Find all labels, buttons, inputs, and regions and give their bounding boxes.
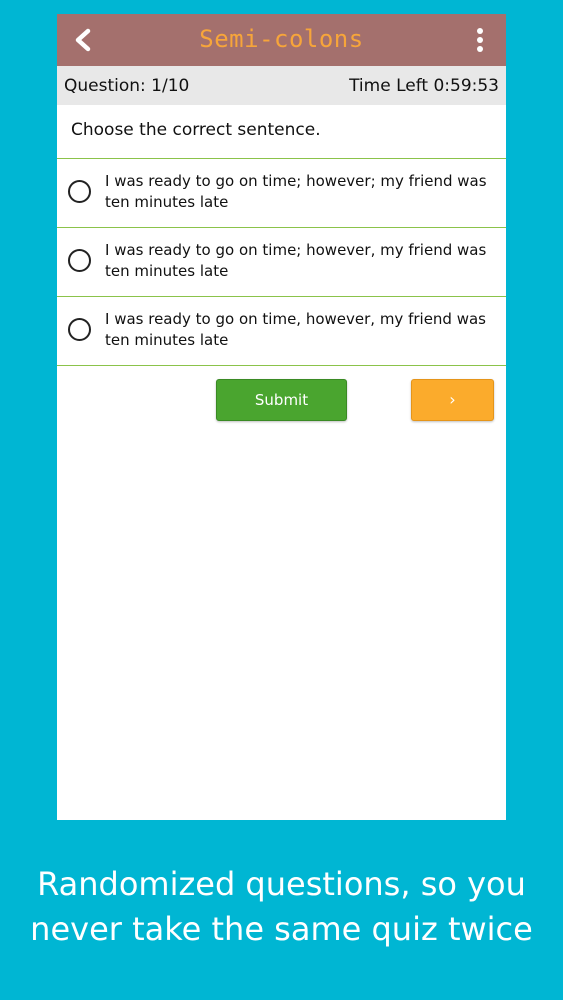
answer-option-2[interactable]: I was ready to go on time; however, my f… xyxy=(57,228,506,296)
next-question-button[interactable]: › xyxy=(411,379,494,421)
submit-button[interactable]: Submit xyxy=(216,379,347,421)
radio-button[interactable] xyxy=(68,180,91,203)
app-bar: Semi-colons xyxy=(57,14,506,66)
promo-caption-line: never take the same quiz twice xyxy=(30,910,533,948)
promo-caption: Randomized questions, so you never take … xyxy=(0,862,563,952)
overflow-menu-button[interactable] xyxy=(464,24,496,56)
divider xyxy=(57,365,506,366)
question-prompt: Choose the correct sentence. xyxy=(71,120,321,140)
answer-option-1[interactable]: I was ready to go on time; however; my f… xyxy=(57,159,506,227)
quiz-info-bar: Question: 1/10 Time Left 0:59:53 xyxy=(57,66,506,105)
answer-option-3[interactable]: I was ready to go on time, however, my f… xyxy=(57,297,506,365)
more-vertical-icon xyxy=(477,28,483,52)
question-counter: Question: 1/10 xyxy=(64,76,190,96)
answer-option-text: I was ready to go on time; however, my f… xyxy=(105,241,487,280)
time-left: Time Left 0:59:53 xyxy=(349,76,499,96)
radio-button[interactable] xyxy=(68,318,91,341)
promo-caption-line: Randomized questions, so you xyxy=(37,865,526,903)
radio-button[interactable] xyxy=(68,249,91,272)
answer-option-text: I was ready to go on time; however; my f… xyxy=(105,172,487,211)
app-screen: Semi-colons Question: 1/10 Time Left 0:5… xyxy=(57,14,506,820)
app-title: Semi-colons xyxy=(199,25,364,53)
answer-option-text: I was ready to go on time, however, my f… xyxy=(105,310,486,349)
